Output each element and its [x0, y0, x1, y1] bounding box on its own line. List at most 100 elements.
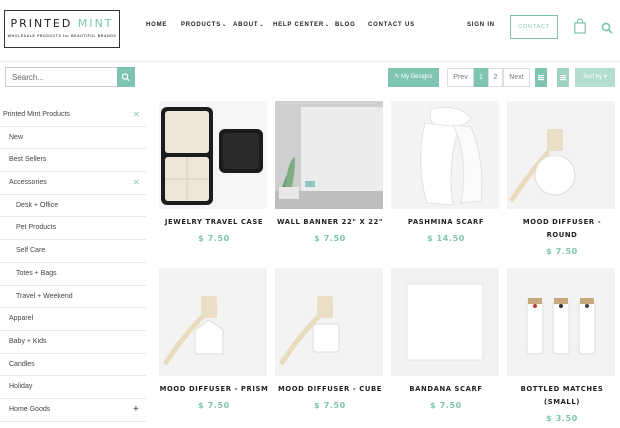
nav-help-label: HELP CENTER [273, 22, 325, 28]
product-image[interactable] [391, 101, 499, 209]
contact-button[interactable]: CONTACT [510, 15, 558, 39]
chevron-down-icon: ⌄ [325, 22, 331, 28]
category-label: Self Care [16, 247, 46, 255]
category-label: Totes + Bags [16, 269, 57, 277]
grid-view-icon [538, 75, 544, 81]
product-card[interactable]: JEWELRY TRAVEL CASE $ 7.50 [159, 101, 269, 243]
logo-word-printed: PRINTED [10, 17, 73, 30]
product-card[interactable]: PASHMINA SCARF $ 14.50 [391, 101, 501, 243]
category-item-candles[interactable]: Candles [0, 354, 146, 377]
category-item-accessories[interactable]: Accessories ✕ [0, 172, 146, 195]
category-label: Holiday [9, 383, 33, 391]
nav-products-label: PRODUCTS [181, 22, 222, 28]
category-label: Apparel [9, 315, 34, 323]
category-item-new[interactable]: New [0, 127, 146, 150]
product-card[interactable]: BOTTLED MATCHES (SMALL) $ 3.50 [507, 268, 617, 423]
category-sidebar: Printed Mint Products ✕ New Best Sellers … [0, 104, 146, 422]
product-image[interactable] [507, 101, 615, 209]
category-item-holiday[interactable]: Holiday [0, 376, 146, 399]
sort-by-label: Sort by [583, 74, 603, 80]
product-name[interactable]: MOOD DIFFUSER - PRISM [159, 383, 269, 396]
grid-view-button[interactable] [535, 68, 547, 87]
category-item-pet-products[interactable]: Pet Products [0, 217, 146, 241]
product-price: $ 7.50 [198, 234, 230, 243]
nav-blog[interactable]: BLOG [335, 22, 356, 32]
nav-about[interactable]: ABOUT⌄ [233, 22, 264, 32]
product-price: $ 7.50 [430, 401, 462, 410]
product-price: $ 7.50 [198, 401, 230, 410]
product-name[interactable]: BANDANA SCARF [391, 383, 501, 396]
category-item-home-goods[interactable]: Home Goods + [0, 399, 146, 422]
logo-word-mint: MINT [77, 17, 114, 30]
product-name[interactable]: MOOD DIFFUSER - CUBE [275, 383, 385, 396]
category-item-apparel[interactable]: Apparel [0, 308, 146, 331]
category-label: Travel + Weekend [16, 292, 73, 300]
product-name[interactable]: JEWELRY TRAVEL CASE [159, 216, 269, 229]
nav-home[interactable]: HOME [146, 22, 167, 32]
nav-help-center[interactable]: HELP CENTER⌄ [273, 22, 330, 32]
product-price: $ 7.50 [314, 234, 346, 243]
sign-in-link[interactable]: SIGN IN [467, 22, 495, 28]
product-image[interactable] [391, 268, 499, 376]
search-button[interactable] [117, 67, 135, 87]
jewelry-case-illustration [159, 101, 267, 209]
shopping-bag-icon[interactable] [574, 18, 586, 34]
prev-page-button[interactable]: Prev [447, 68, 474, 87]
product-card[interactable]: MOOD DIFFUSER - PRISM $ 7.50 [159, 268, 269, 410]
category-label: New [9, 133, 24, 141]
caret-down-icon: ▾ [603, 74, 607, 80]
chevron-down-icon: ⌄ [222, 22, 228, 28]
product-card[interactable]: MOOD DIFFUSER - ROUND $ 7.50 [507, 101, 617, 256]
list-view-button[interactable] [557, 68, 569, 87]
site-header: PRINTED MINT WHOLESALE PRODUCTS for BEAU… [0, 0, 620, 62]
category-item-travel-weekend[interactable]: Travel + Weekend [0, 286, 146, 309]
product-name[interactable]: BOTTLED MATCHES (SMALL) [507, 383, 617, 409]
scarf-illustration [391, 101, 499, 209]
next-page-button[interactable]: Next [503, 68, 530, 87]
page-2-button[interactable]: 2 [488, 68, 503, 87]
product-card[interactable]: MOOD DIFFUSER - CUBE $ 7.50 [275, 268, 385, 410]
category-item-best-sellers[interactable]: Best Sellers [0, 149, 146, 173]
product-image[interactable] [507, 268, 615, 376]
category-root[interactable]: Printed Mint Products ✕ [0, 104, 146, 127]
product-image[interactable] [159, 268, 267, 376]
close-icon[interactable]: ✕ [133, 104, 140, 126]
mood-diffuser-cube-illustration [275, 268, 383, 376]
wall-banner-illustration [275, 101, 383, 209]
product-card[interactable]: BANDANA SCARF $ 7.50 [391, 268, 501, 410]
category-label: Desk + Office [16, 201, 59, 209]
mood-diffuser-round-illustration [507, 101, 615, 209]
product-name[interactable]: MOOD DIFFUSER - ROUND [507, 216, 617, 242]
product-card[interactable]: WALL BANNER 22" X 22" $ 7.50 [275, 101, 385, 243]
category-item-baby-kids[interactable]: Baby + Kids [0, 331, 146, 354]
product-price: $ 7.50 [314, 401, 346, 410]
my-designs-button[interactable]: ✎ My Designs [388, 68, 439, 87]
brand-logo[interactable]: PRINTED MINT WHOLESALE PRODUCTS for BEAU… [4, 10, 120, 48]
product-price: $ 14.50 [427, 234, 465, 243]
plus-icon[interactable]: + [133, 399, 139, 421]
category-label: Candles [9, 360, 35, 368]
search-icon[interactable] [601, 22, 613, 34]
search-icon [121, 73, 130, 81]
nav-products[interactable]: PRODUCTS⌄ [181, 22, 227, 32]
bottled-matches-illustration [507, 268, 615, 376]
category-item-self-care[interactable]: Self Care [0, 240, 146, 263]
sort-by-dropdown[interactable]: Sort by ▾ [575, 68, 615, 87]
bandana-illustration [391, 268, 499, 376]
my-designs-label: My Designs [401, 74, 433, 80]
search-input[interactable] [5, 67, 117, 87]
category-item-totes-bags[interactable]: Totes + Bags [0, 263, 146, 286]
product-image[interactable] [275, 268, 383, 376]
product-image[interactable] [159, 101, 267, 209]
category-label: Best Sellers [9, 156, 47, 164]
product-name[interactable]: WALL BANNER 22" X 22" [275, 216, 385, 229]
product-image[interactable] [275, 101, 383, 209]
category-label: Pet Products [16, 224, 57, 232]
product-name[interactable]: PASHMINA SCARF [391, 216, 501, 229]
close-icon[interactable]: ✕ [133, 172, 140, 194]
category-item-desk-office[interactable]: Desk + Office [0, 195, 146, 218]
page-1-button[interactable]: 1 [474, 68, 488, 87]
pencil-icon: ✎ [394, 74, 400, 80]
nav-contact-us[interactable]: CONTACT US [368, 22, 415, 32]
chevron-down-icon: ⌄ [259, 22, 265, 28]
